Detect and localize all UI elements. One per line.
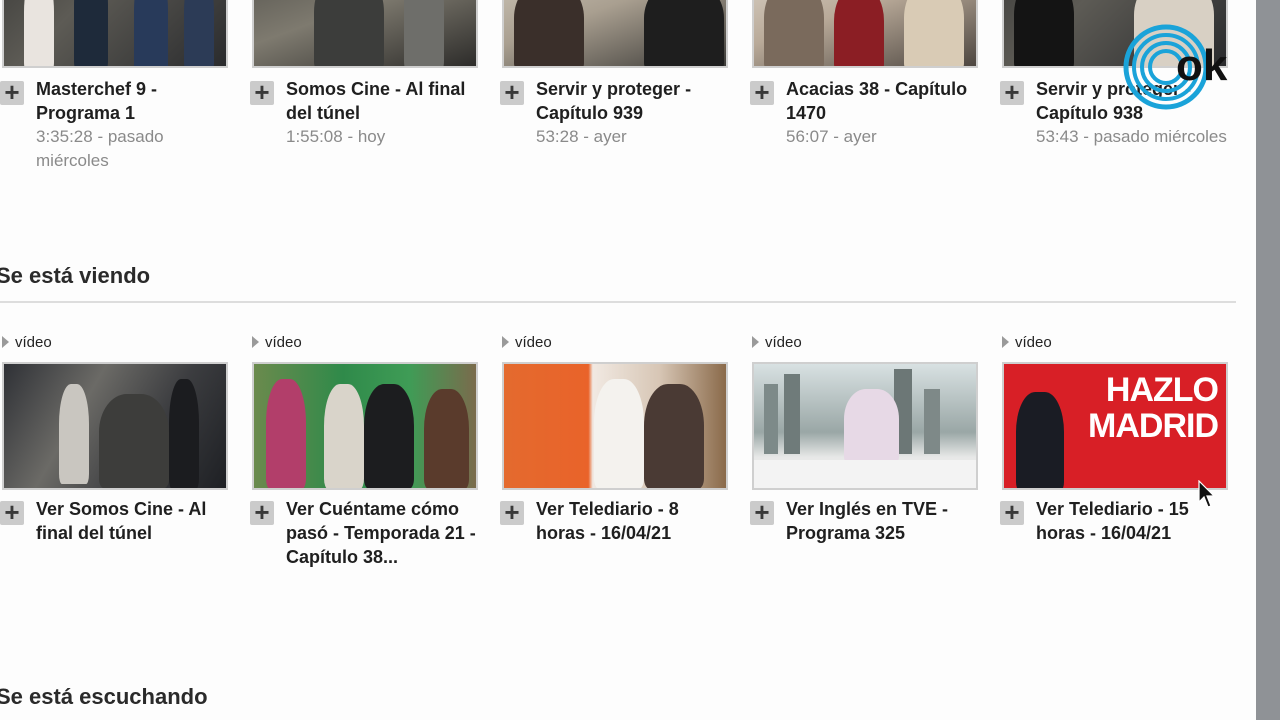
video-meta: 53:43 - pasado miércoles [1036,127,1227,146]
add-to-list-button[interactable]: + [750,499,774,525]
video-type-tag: vídeo [502,334,552,351]
video-thumbnail[interactable] [252,362,478,490]
add-to-list-button[interactable]: + [1000,79,1024,105]
plus-icon: + [254,77,270,107]
video-thumbnail[interactable]: HAZLO MADRID [1002,362,1228,490]
video-title[interactable]: Ver Telediario - 8 horas - 16/04/21 [536,497,731,545]
section-title-watching: Se está viendo [0,263,151,288]
mouse-pointer-icon [1198,480,1216,508]
add-to-list-button[interactable]: + [500,79,524,105]
play-triangle-icon [2,336,9,348]
ok-logo-watermark: ok [1123,24,1228,110]
plus-icon: + [504,497,520,527]
play-triangle-icon [752,336,759,348]
video-thumbnail[interactable] [752,362,978,490]
add-to-list-button[interactable]: + [250,499,274,525]
video-meta: 53:28 - ayer [536,127,627,146]
plus-icon: + [4,77,20,107]
play-triangle-icon [1002,336,1009,348]
video-type-tag: vídeo [252,334,302,351]
play-triangle-icon [502,336,509,348]
section-divider [0,301,1236,303]
add-to-list-button[interactable]: + [750,79,774,105]
section-title-listening: Se está escuchando [0,684,208,709]
add-to-list-button[interactable]: + [0,499,24,525]
scrollbar[interactable] [1256,0,1280,720]
plus-icon: + [4,497,20,527]
video-thumbnail[interactable] [252,0,478,68]
thumbnail-overlay-text: HAZLO MADRID [1088,371,1219,445]
video-title[interactable]: Acacias 38 - Capítulo 1470 [786,77,981,125]
add-to-list-button[interactable]: + [250,79,274,105]
video-title[interactable]: Servir y proteger - Capítulo 939 [536,77,731,125]
video-thumbnail[interactable] [752,0,978,68]
video-thumbnail[interactable] [2,362,228,490]
plus-icon: + [754,497,770,527]
plus-icon: + [1004,497,1020,527]
video-title[interactable]: Ver Somos Cine - Al final del túnel [36,497,231,545]
ok-logo-text: ok [1176,41,1228,90]
play-triangle-icon [252,336,259,348]
video-title[interactable]: Somos Cine - Al final del túnel [286,77,481,125]
video-title[interactable]: Ver Cuéntame cómo pasó - Temporada 21 - … [286,497,481,569]
add-to-list-button[interactable]: + [0,79,24,105]
video-type-tag: vídeo [2,334,52,351]
video-meta: 56:07 - ayer [786,127,877,146]
video-thumbnail[interactable] [502,362,728,490]
video-meta: 1:55:08 - hoy [286,127,386,146]
plus-icon: + [254,497,270,527]
video-type-tag: vídeo [752,334,802,351]
video-thumbnail[interactable] [502,0,728,68]
plus-icon: + [754,77,770,107]
video-title[interactable]: Ver Inglés en TVE - Programa 325 [786,497,981,545]
plus-icon: + [1004,77,1020,107]
add-to-list-button[interactable]: + [1000,499,1024,525]
video-meta: 3:35:28 - pasado miércoles [36,127,164,170]
video-thumbnail[interactable] [2,0,228,68]
tve-page: + Masterchef 9 - Programa 1 3:35:28 - pa… [0,0,1256,720]
plus-icon: + [504,77,520,107]
video-type-tag: vídeo [1002,334,1052,351]
video-title[interactable]: Masterchef 9 - Programa 1 [36,77,231,125]
add-to-list-button[interactable]: + [500,499,524,525]
